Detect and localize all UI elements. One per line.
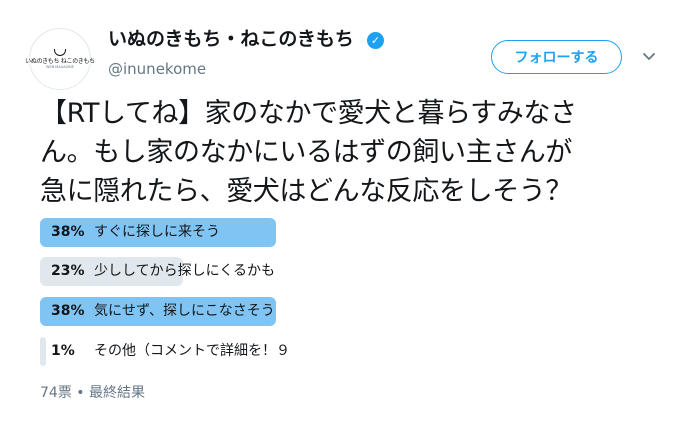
chevron-down-icon[interactable] [640,47,658,65]
poll-option-label: すぐに探しに来そう [94,224,220,240]
tweet-text: 【RTしてね】家のなかで愛犬と暮らすみなさ ん。もし家のなかにいるはずの飼い主さ… [40,98,577,207]
poll-option-bar [40,337,46,366]
poll-option-percent: 38% [51,303,85,319]
poll-option-percent: 23% [51,263,85,279]
avatar-logo-subtext: WEB MAGAZINE [46,64,74,69]
account-handle[interactable]: @inunekome [108,59,206,79]
follow-button[interactable]: フォローする [491,40,622,74]
avatar-logo-text: いぬのきもち ねこのきもち [25,57,95,65]
poll-option-label: 少ししてから探しにくるかも [94,263,276,279]
poll-option-label: 気にせず、探しにこなさそう [94,303,275,319]
verified-badge-icon: ✓ [367,32,384,49]
logo-mark-icon [54,48,66,56]
poll-option: 38% 気にせず、探しにこなさそう [40,297,600,326]
poll-option-label: その他（コメントで詳細を！９ [94,343,290,359]
poll-summary: 74票 • 最終結果 [40,385,145,401]
display-name[interactable]: いぬのきもち・ねこのきもち [108,26,354,52]
poll-option: 1% その他（コメントで詳細を！９ [40,337,600,366]
poll-option: 38% すぐに探しに来そう [40,218,600,247]
poll-option: 23% 少ししてから探しにくるかも [40,257,600,286]
avatar[interactable]: いぬのきもち ねこのきもち WEB MAGAZINE [25,28,95,90]
poll-option-percent: 1% [51,343,75,359]
poll-option-percent: 38% [51,224,85,240]
